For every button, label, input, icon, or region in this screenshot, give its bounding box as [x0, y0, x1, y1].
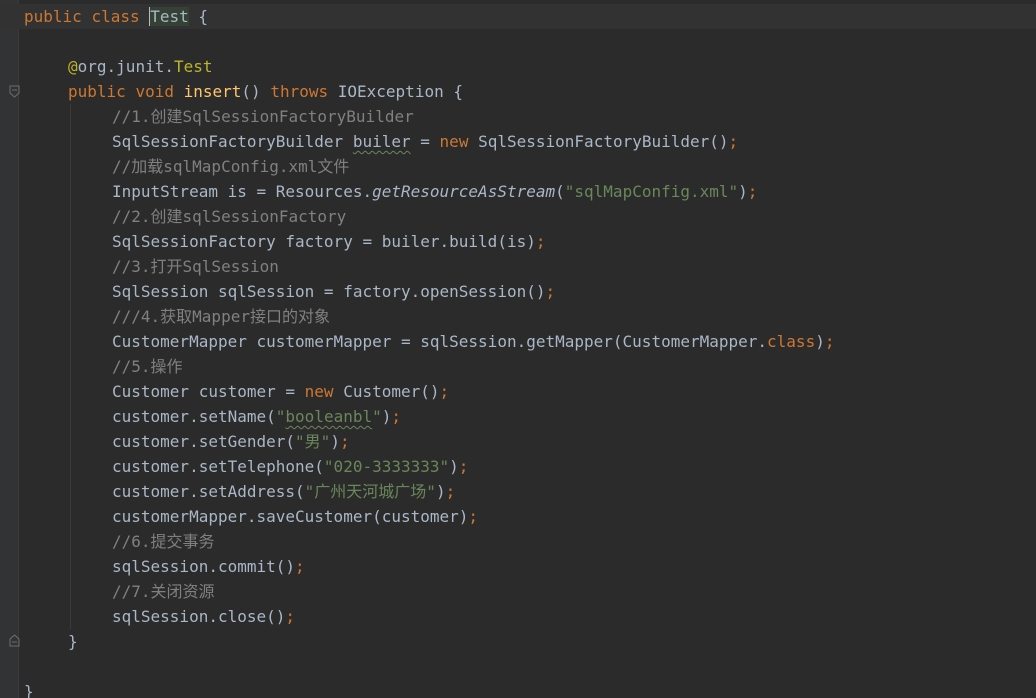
- fold-open-icon[interactable]: [9, 85, 20, 98]
- code-line-28[interactable]: }: [24, 679, 1036, 698]
- code-line-19[interactable]: customer.setTelephone("020-3333333");: [24, 454, 1036, 479]
- editor-gutter: [0, 0, 20, 698]
- class-name[interactable]: Test: [149, 7, 189, 26]
- code-line-18[interactable]: customer.setGender("男");: [24, 429, 1036, 454]
- code-line-27[interactable]: [24, 654, 1036, 679]
- code-line-7[interactable]: //加载sqlMapConfig.xml文件: [24, 154, 1036, 179]
- code-line-5[interactable]: //1.创建SqlSessionFactoryBuilder: [24, 104, 1036, 129]
- method-name[interactable]: insert: [184, 82, 242, 101]
- code-line-3[interactable]: @org.junit.Test: [24, 54, 1036, 79]
- code-line-15[interactable]: //5.操作: [24, 354, 1036, 379]
- fold-end-icon[interactable]: [9, 634, 20, 647]
- code-line-23[interactable]: sqlSession.commit();: [24, 554, 1036, 579]
- code-line-21[interactable]: customerMapper.saveCustomer(customer);: [24, 504, 1036, 529]
- code-line-4[interactable]: public void insert() throws IOException …: [24, 79, 1036, 104]
- code-line-2[interactable]: [24, 29, 1036, 54]
- code-line-10[interactable]: SqlSessionFactory factory = builer.build…: [24, 229, 1036, 254]
- code-line-17[interactable]: customer.setName("booleanbl");: [24, 404, 1036, 429]
- code-line-20[interactable]: customer.setAddress("广州天河城广场");: [24, 479, 1036, 504]
- code-line-9[interactable]: //2.创建sqlSessionFactory: [24, 204, 1036, 229]
- code-line-1[interactable]: public class Test {: [0, 4, 1036, 29]
- code-line-13[interactable]: ///4.获取Mapper接口的对象: [24, 304, 1036, 329]
- code-line-8[interactable]: InputStream is = Resources.getResourceAs…: [24, 179, 1036, 204]
- code-line-11[interactable]: //3.打开SqlSession: [24, 254, 1036, 279]
- code-line-22[interactable]: //6.提交事务: [24, 529, 1036, 554]
- code-line-26[interactable]: }: [24, 629, 1036, 654]
- code-editor[interactable]: public class Test { @org.junit.Test publ…: [0, 0, 1036, 698]
- code-line-25[interactable]: sqlSession.close();: [24, 604, 1036, 629]
- code-line-6[interactable]: SqlSessionFactoryBuilder builer = new Sq…: [24, 129, 1036, 154]
- code-line-16[interactable]: Customer customer = new Customer();: [24, 379, 1036, 404]
- code-line-12[interactable]: SqlSession sqlSession = factory.openSess…: [24, 279, 1036, 304]
- code-line-24[interactable]: //7.关闭资源: [24, 579, 1036, 604]
- code-line-14[interactable]: CustomerMapper customerMapper = sqlSessi…: [24, 329, 1036, 354]
- code-lines[interactable]: public class Test { @org.junit.Test publ…: [0, 4, 1036, 698]
